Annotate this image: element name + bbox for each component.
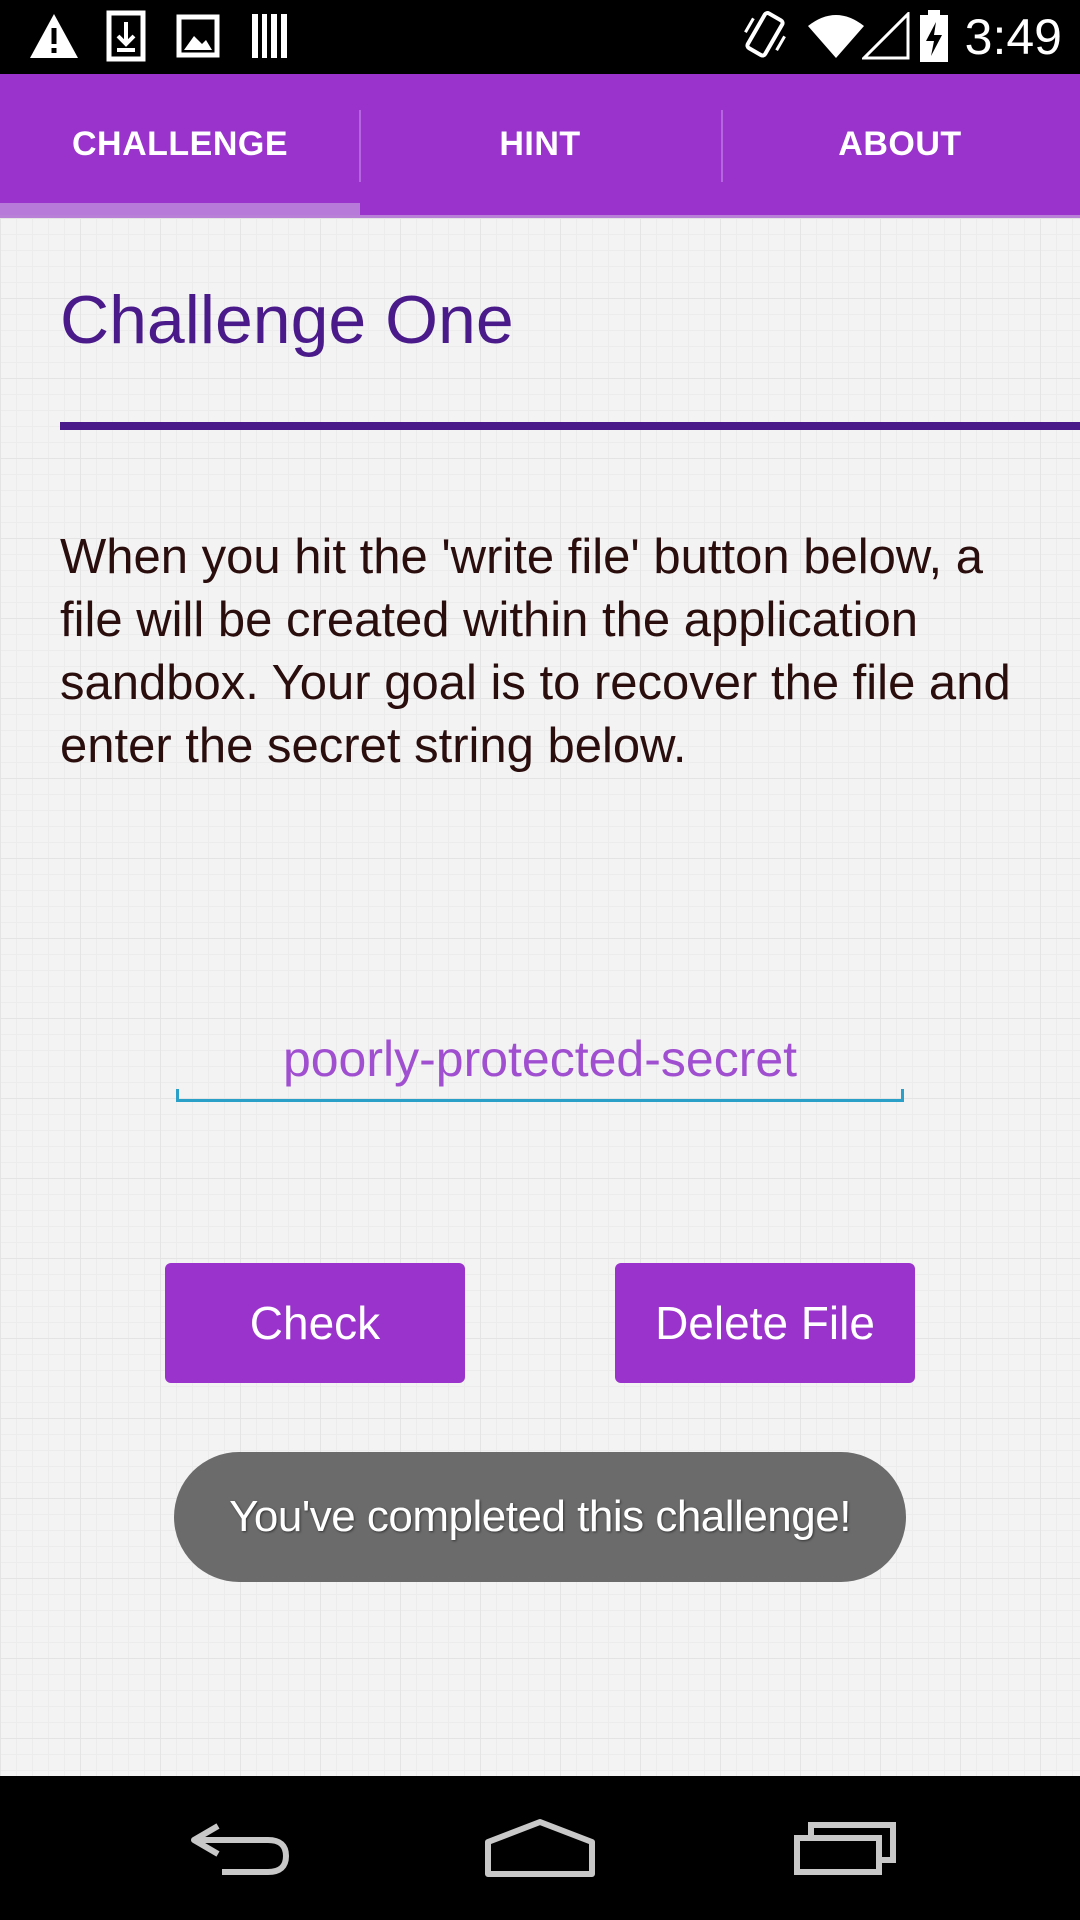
secret-input[interactable] [176, 1013, 904, 1105]
recents-button[interactable] [745, 1776, 945, 1920]
challenge-content: Challenge One When you hit the 'write fi… [0, 218, 1080, 1776]
wifi-icon [808, 15, 864, 58]
back-icon [191, 1823, 290, 1875]
check-button[interactable]: Check [165, 1263, 465, 1383]
image-icon [176, 14, 220, 58]
home-icon [485, 1819, 595, 1877]
challenge-description: When you hit the 'write file' button bel… [60, 530, 1011, 773]
recents-icon [794, 1822, 896, 1875]
secret-input-underline [176, 1089, 179, 1102]
tab-selected-indicator [0, 203, 360, 215]
status-bar: 3:49 [0, 0, 1080, 74]
back-button[interactable] [140, 1776, 340, 1920]
barcode-icon [252, 14, 287, 58]
app-root: 3:49 CHALLENGE HINT ABOUT Challenge One … [0, 0, 1080, 1920]
warning-icon [30, 14, 78, 58]
secret-input-underline [901, 1089, 904, 1102]
battery-charging-icon [920, 10, 948, 62]
home-button[interactable] [440, 1776, 640, 1920]
page-title: Challenge One [60, 282, 514, 358]
toast-message: You've completed this challenge! [174, 1452, 906, 1582]
tab-challenge[interactable]: CHALLENGE [0, 74, 360, 218]
status-time: 3:49 [964, 9, 1062, 65]
delete-file-button[interactable]: Delete File [615, 1263, 915, 1383]
tab-bar: CHALLENGE HINT ABOUT [0, 74, 1080, 218]
vibrate-icon [744, 11, 786, 58]
navigation-bar [0, 1776, 1080, 1920]
download-icon [106, 10, 146, 62]
secret-input-underline [176, 1099, 904, 1102]
tab-hint[interactable]: HINT [360, 74, 720, 218]
tab-about[interactable]: ABOUT [720, 74, 1080, 218]
title-divider [60, 422, 1080, 430]
signal-icon [862, 12, 910, 60]
